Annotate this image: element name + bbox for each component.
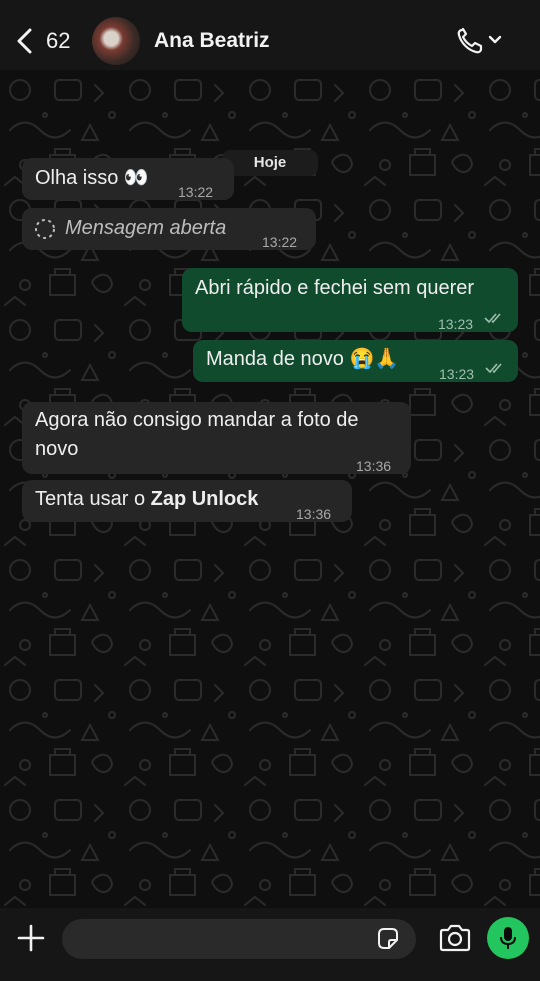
microphone-button[interactable]	[487, 917, 529, 959]
camera-icon[interactable]	[438, 923, 472, 953]
double-check-icon	[485, 363, 502, 374]
message-incoming[interactable]: Olha isso 👀 13:22	[22, 158, 234, 200]
contact-name[interactable]: Ana Beatriz	[154, 29, 270, 53]
message-time: 13:23	[438, 316, 474, 332]
chevron-down-icon	[488, 35, 502, 44]
phone-icon[interactable]	[456, 26, 508, 56]
date-divider: Hoje	[222, 150, 318, 176]
chat-header: 62 Ana Beatriz	[0, 0, 540, 70]
back-chevron-icon[interactable]	[14, 27, 36, 55]
message-text: Mensagem aberta	[65, 217, 227, 239]
message-outgoing[interactable]: Manda de novo 😭🙏 13:23	[193, 340, 518, 382]
message-time: 13:36	[296, 506, 332, 522]
app-name-bold: Zap Unlock	[150, 488, 259, 510]
message-outgoing[interactable]: Abri rápido e fechei sem querer 13:23	[182, 268, 518, 332]
spinner-icon	[35, 219, 55, 239]
chat-area[interactable]: Hoje Olha isso 👀 13:22 Mensagem aberta 1…	[0, 70, 540, 908]
message-text: Manda de novo 😭🙏	[206, 348, 400, 370]
plus-icon[interactable]	[17, 924, 45, 952]
message-incoming[interactable]: Tenta usar o Zap Unlock 13:36	[22, 480, 352, 522]
message-text: Tenta usar o Zap Unlock	[35, 485, 258, 514]
message-text: Olha isso 👀	[35, 167, 149, 189]
message-input[interactable]	[62, 919, 416, 959]
message-time: 13:22	[178, 184, 214, 200]
sticker-icon[interactable]	[375, 926, 401, 952]
message-time: 13:36	[356, 458, 392, 474]
message-text-prefix: Tenta usar o	[35, 488, 151, 510]
message-incoming[interactable]: Agora não consigo mandar a foto de novo …	[22, 402, 411, 474]
message-text-line1: Agora não consigo mandar a foto de	[35, 409, 359, 431]
message-time: 13:23	[439, 366, 475, 382]
double-check-icon	[484, 313, 501, 324]
message-incoming-view-once[interactable]: Mensagem aberta 13:22	[22, 208, 316, 250]
avatar[interactable]	[92, 17, 140, 65]
microphone-icon	[500, 927, 516, 949]
message-text: Abri rápido e fechei sem querer	[195, 277, 475, 299]
back-unread-count[interactable]: 62	[46, 28, 70, 54]
message-text-line2: novo	[35, 438, 79, 460]
message-time: 13:22	[262, 234, 298, 250]
